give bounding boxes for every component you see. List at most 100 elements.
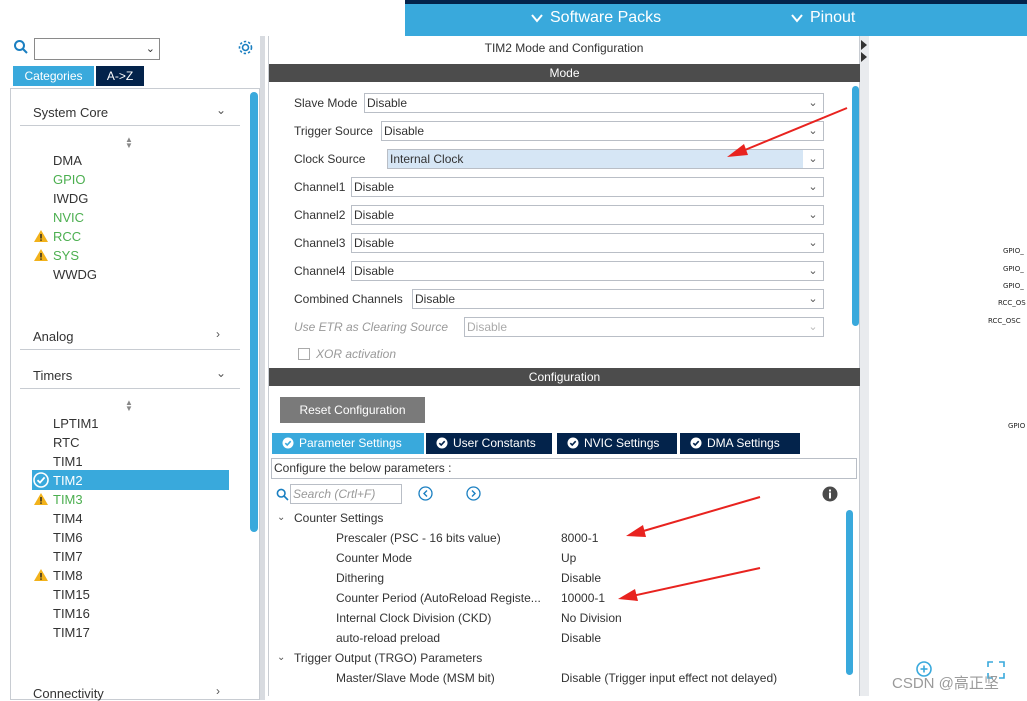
- sort-icon[interactable]: ▲ ▼: [125, 399, 133, 413]
- software-packs-menu[interactable]: Software Packs: [530, 9, 661, 27]
- splitter[interactable]: [860, 36, 869, 696]
- list-item-rcc[interactable]: RCC: [53, 229, 81, 244]
- list-item-tim1[interactable]: TIM1: [53, 454, 83, 469]
- gear-icon[interactable]: [237, 39, 254, 56]
- param-name[interactable]: Counter Mode: [336, 551, 412, 565]
- group-analog[interactable]: Analog: [33, 329, 73, 344]
- pin-label[interactable]: GPIO_: [1003, 247, 1024, 255]
- param-value[interactable]: Disable: [561, 571, 601, 585]
- chevron-down-icon[interactable]: ⌄: [277, 512, 285, 523]
- chevron-right-icon[interactable]: ›: [216, 684, 220, 698]
- pinout-canvas[interactable]: [869, 36, 1027, 700]
- channel3-label: Channel3: [294, 236, 346, 250]
- previous-icon[interactable]: [418, 486, 433, 501]
- sort-icon[interactable]: ▲ ▼: [125, 136, 133, 150]
- chevron-down-icon: ⌄: [803, 178, 823, 196]
- list-item-sys[interactable]: SYS: [53, 248, 79, 263]
- chevron-down-icon[interactable]: ⌄: [277, 652, 285, 663]
- list-item-tim4[interactable]: TIM4: [53, 511, 83, 526]
- chevron-down-icon: ⌄: [803, 262, 823, 280]
- tab-nvic-settings[interactable]: NVIC Settings: [557, 433, 677, 454]
- chevron-right-icon[interactable]: ›: [216, 327, 220, 341]
- pin-label[interactable]: RCC_OSC: [988, 317, 1021, 325]
- list-item-tim7[interactable]: TIM7: [53, 549, 83, 564]
- param-value[interactable]: Disable: [561, 631, 601, 645]
- param-name[interactable]: Dithering: [336, 571, 384, 585]
- next-icon[interactable]: [466, 486, 481, 501]
- pin-label[interactable]: RCC_OS: [998, 299, 1026, 307]
- list-item-gpio[interactable]: GPIO: [53, 172, 86, 187]
- param-name[interactable]: Counter Period (AutoReload Registe...: [336, 591, 541, 605]
- channel4-select[interactable]: Disable ⌄: [351, 261, 824, 281]
- component-search-input[interactable]: ⌄: [34, 38, 160, 60]
- list-item-tim16[interactable]: TIM16: [53, 606, 90, 621]
- check-circle-icon: [567, 437, 579, 449]
- list-item-tim15[interactable]: TIM15: [53, 587, 90, 602]
- check-circle-icon: [33, 472, 49, 488]
- channel3-select[interactable]: Disable ⌄: [351, 233, 824, 253]
- xor-checkbox[interactable]: [298, 348, 310, 360]
- chevron-down-icon[interactable]: ⌄: [216, 366, 226, 380]
- group-connectivity[interactable]: Connectivity: [33, 686, 104, 701]
- check-circle-icon: [282, 437, 294, 449]
- select-value: Disable: [384, 124, 425, 138]
- param-value[interactable]: 8000-1: [561, 531, 598, 545]
- list-item-lptim1[interactable]: LPTIM1: [53, 416, 99, 431]
- configuration-section-header[interactable]: Configuration: [269, 368, 860, 386]
- param-value[interactable]: Up: [561, 551, 576, 565]
- trigger-source-select[interactable]: Disable ⌄: [381, 121, 824, 141]
- list-item-tim8[interactable]: TIM8: [53, 568, 83, 583]
- mode-section-header[interactable]: Mode: [269, 64, 860, 82]
- param-name[interactable]: Internal Clock Division (CKD): [336, 611, 491, 625]
- channel2-select[interactable]: Disable ⌄: [351, 205, 824, 225]
- pin-label[interactable]: GPIO_: [1003, 282, 1024, 290]
- reset-configuration-button[interactable]: Reset Configuration: [280, 397, 425, 423]
- list-item-tim6[interactable]: TIM6: [53, 530, 83, 545]
- mode-scrollbar[interactable]: [852, 86, 859, 326]
- configuration-scrollbar[interactable]: [846, 510, 853, 675]
- pin-label[interactable]: GPIO: [1008, 422, 1025, 430]
- trgo-parameters-group[interactable]: Trigger Output (TRGO) Parameters: [294, 651, 482, 665]
- group-system-core[interactable]: System Core: [33, 105, 108, 120]
- param-name[interactable]: auto-reload preload: [336, 631, 440, 645]
- list-item-wwdg[interactable]: WWDG: [53, 267, 97, 282]
- warning-icon: [34, 230, 48, 242]
- param-name[interactable]: Prescaler (PSC - 16 bits value): [336, 531, 501, 545]
- tab-user-constants[interactable]: User Constants: [426, 433, 552, 454]
- chevron-down-icon[interactable]: ⌄: [146, 42, 155, 55]
- tab-dma-settings[interactable]: DMA Settings: [680, 433, 800, 454]
- tab-categories[interactable]: Categories: [13, 66, 94, 86]
- list-item-iwdg[interactable]: IWDG: [53, 191, 88, 206]
- info-icon[interactable]: [822, 486, 838, 502]
- list-item-tim3[interactable]: TIM3: [53, 492, 83, 507]
- collapse-handle-icon[interactable]: [860, 38, 869, 62]
- chevron-down-icon[interactable]: ⌄: [216, 103, 226, 117]
- search-icon: [14, 40, 28, 54]
- software-packs-label: Software Packs: [550, 9, 662, 26]
- list-item-dma[interactable]: DMA: [53, 153, 82, 168]
- left-scrollbar[interactable]: [250, 92, 258, 532]
- group-timers[interactable]: Timers: [33, 368, 72, 383]
- pinout-menu[interactable]: Pinout: [790, 9, 855, 27]
- tab-a-to-z[interactable]: A->Z: [96, 66, 144, 86]
- param-value[interactable]: 10000-1: [561, 591, 605, 605]
- pin-label[interactable]: GPIO_: [1003, 265, 1024, 273]
- parameter-search-input[interactable]: Search (Crtl+F): [290, 484, 402, 504]
- list-item-tim17[interactable]: TIM17: [53, 625, 90, 640]
- select-value: Disable: [415, 292, 456, 306]
- counter-settings-group[interactable]: Counter Settings: [294, 511, 383, 525]
- watermark: CSDN @高正坚: [892, 675, 999, 692]
- channel1-select[interactable]: Disable ⌄: [351, 177, 824, 197]
- chevron-down-icon: ⌄: [803, 122, 823, 140]
- clock-source-select[interactable]: Internal Clock ⌄: [387, 149, 824, 169]
- slave-mode-select[interactable]: Disable ⌄: [364, 93, 824, 113]
- list-item-nvic[interactable]: NVIC: [53, 210, 84, 225]
- param-name[interactable]: Master/Slave Mode (MSM bit): [336, 671, 495, 685]
- warning-icon: [34, 493, 48, 505]
- combined-channels-select[interactable]: Disable ⌄: [412, 289, 824, 309]
- param-value[interactable]: No Division: [561, 611, 622, 625]
- tab-parameter-settings[interactable]: Parameter Settings: [272, 433, 424, 454]
- param-value[interactable]: Disable (Trigger input effect not delaye…: [561, 671, 777, 685]
- list-item-tim2[interactable]: TIM2: [53, 473, 83, 488]
- list-item-rtc[interactable]: RTC: [53, 435, 79, 450]
